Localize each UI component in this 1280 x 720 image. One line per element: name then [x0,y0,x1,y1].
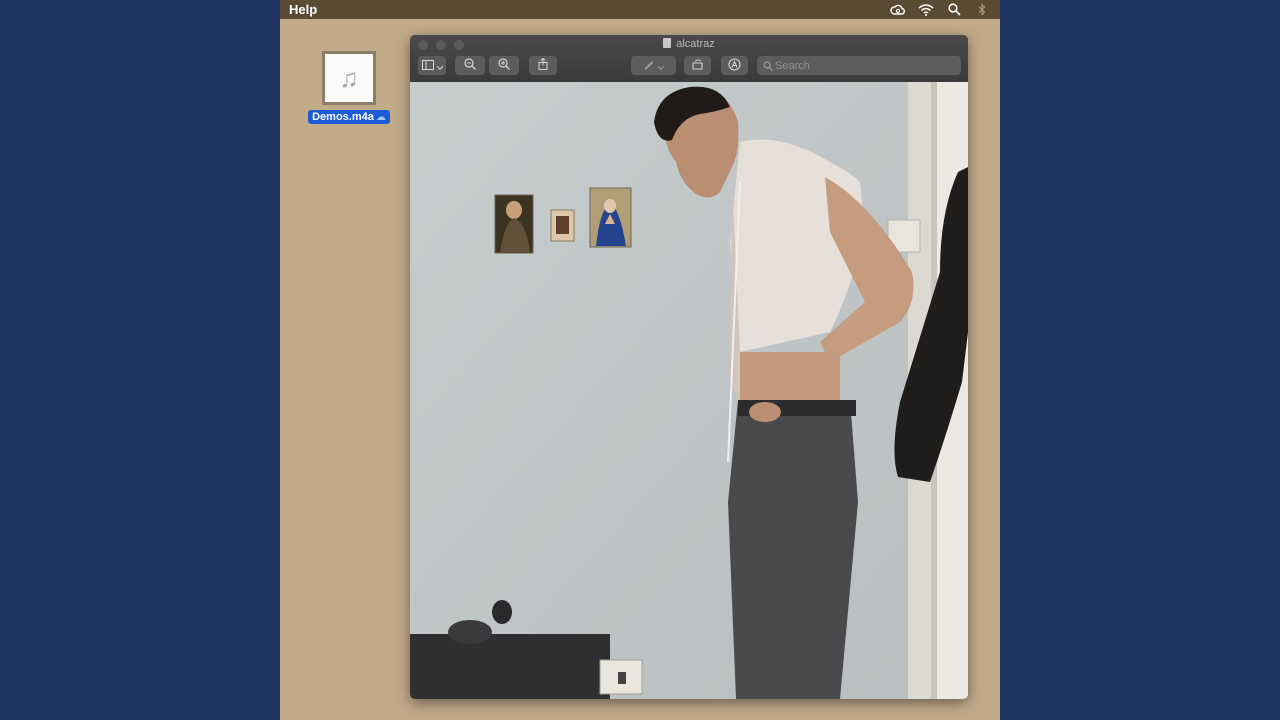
menu-help[interactable]: Help [289,2,317,17]
desktop-screen: Help ♫ Demos.m4a ☁ alcatraz Search [280,0,1000,720]
file-name-text: Demos.m4a [312,111,374,123]
search-icon[interactable] [946,2,962,17]
creative-cloud-icon[interactable] [890,2,906,17]
photo-scene [410,82,968,699]
annotate-button[interactable] [721,56,748,75]
search-input[interactable] [773,59,955,72]
menu-extras [890,2,990,17]
zoom-in-button[interactable] [489,56,519,75]
icloud-download-icon: ☁ [375,112,386,123]
window-title: alcatraz [410,38,968,50]
preview-window: alcatraz [410,35,968,699]
window-titlebar[interactable]: alcatraz [410,35,968,83]
zoom-out-button[interactable] [455,56,485,75]
sidebar-button[interactable] [418,56,446,75]
file-name-label: Demos.m4a ☁ [308,110,390,124]
markup-icon [728,57,741,74]
magnifier-icon [763,60,773,71]
sidebar-icon [421,59,434,73]
music-note-icon: ♫ [322,51,376,105]
menu-bar: Help [280,0,1000,19]
wifi-icon[interactable] [918,2,934,17]
rotate-icon [692,58,704,73]
zoom-out-icon [464,58,476,73]
zoom-in-icon [498,58,510,73]
pen-icon [643,58,655,73]
desktop-file-demos[interactable]: ♫ Demos.m4a ☁ [304,51,394,125]
chevron-down-icon [436,59,443,73]
rotate-button[interactable] [684,56,711,75]
window-title-text: alcatraz [676,38,715,50]
share-button[interactable] [529,56,557,75]
search-field[interactable] [757,56,961,75]
share-icon [538,57,548,73]
document-icon [663,38,672,48]
bluetooth-icon[interactable] [974,2,990,17]
document-image [410,82,968,699]
chevron-down-icon [657,59,665,73]
markup-pen-button[interactable] [631,56,676,75]
